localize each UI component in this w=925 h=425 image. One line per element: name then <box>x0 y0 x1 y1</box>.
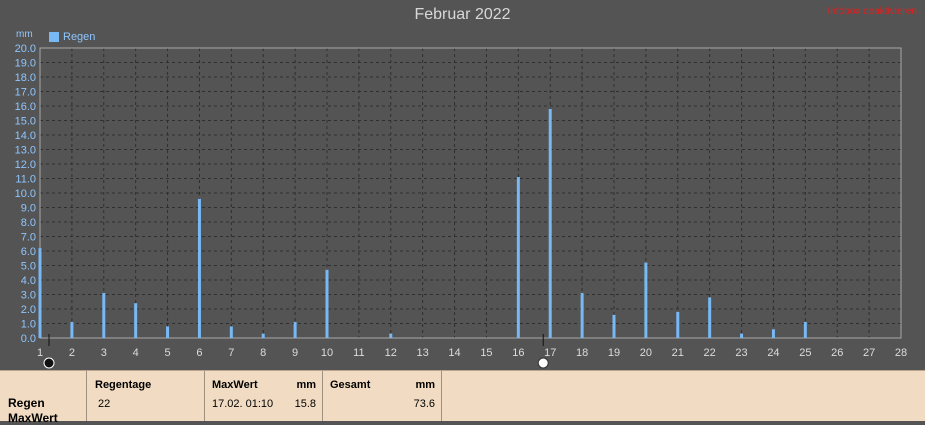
rain-bar <box>102 293 106 338</box>
x-tick-label: 8 <box>260 347 266 359</box>
y-tick-label: 4.0 <box>21 275 36 287</box>
range-max-marker[interactable] <box>537 357 549 369</box>
y-tick-label: 15.0 <box>15 116 36 128</box>
x-tick-label: 5 <box>164 347 170 359</box>
panel-maxwert: MaxWert mm 17.02. 01:10 15.8 <box>205 371 323 421</box>
x-tick-label: 10 <box>321 347 333 359</box>
x-tick-label: 14 <box>448 347 460 359</box>
y-tick-label: 16.0 <box>15 101 36 113</box>
regentage-header: Regentage <box>95 379 152 391</box>
y-tick-label: 12.0 <box>15 159 36 171</box>
x-tick-label: 22 <box>704 347 716 359</box>
rain-bar <box>771 329 775 338</box>
rain-bar <box>612 314 616 338</box>
y-tick-label: 17.0 <box>15 87 36 99</box>
y-tick-label: 7.0 <box>21 232 36 244</box>
rain-bar <box>325 269 329 338</box>
x-tick-label: 21 <box>672 347 684 359</box>
y-tick-label: 6.0 <box>21 246 36 258</box>
x-tick-label: 13 <box>417 347 429 359</box>
y-tick-label: 0.0 <box>21 333 36 345</box>
summary-panel: Regen MaxWert Regentage 22 MaxWert mm 17… <box>0 370 925 425</box>
rain-bar <box>803 322 807 338</box>
legend-swatch <box>49 32 59 42</box>
panel-gesamt: Gesamt mm 73.6 <box>323 371 442 421</box>
x-tick-label: 19 <box>608 347 620 359</box>
rain-bar <box>548 108 552 339</box>
gesamt-header: Gesamt <box>330 379 371 391</box>
plot-frame <box>39 47 902 339</box>
gesamt-value: 73.6 <box>413 398 435 410</box>
rain-bar <box>676 311 680 338</box>
x-tick-label: 2 <box>69 347 75 359</box>
y-tick-label: 5.0 <box>21 261 36 273</box>
x-tick-label: 18 <box>576 347 588 359</box>
x-tick-label: 11 <box>353 347 364 359</box>
legend-label: Regen <box>63 31 96 43</box>
y-tick-label: 1.0 <box>21 319 36 331</box>
rain-bar <box>261 333 265 338</box>
x-tick-label: 28 <box>895 347 907 359</box>
y-tick-label: 8.0 <box>21 217 36 229</box>
x-tick-label: 9 <box>292 347 298 359</box>
x-tick-label: 12 <box>385 347 397 359</box>
chart-legend: Regen <box>49 31 95 43</box>
x-tick-label: 3 <box>101 347 107 359</box>
maxwert-header: MaxWert <box>212 379 258 391</box>
infobox-toggle-link[interactable]: Infobox deaktivieren <box>827 6 917 17</box>
regentage-value: 22 <box>98 398 111 410</box>
x-tick-label: 25 <box>799 347 811 359</box>
y-tick-label: 18.0 <box>15 72 36 84</box>
y-tick-label: 2.0 <box>21 304 36 316</box>
x-tick-label: 20 <box>640 347 652 359</box>
x-tick-label: 1 <box>37 347 43 359</box>
rain-bar <box>644 262 648 338</box>
x-tick-label: 27 <box>863 347 875 359</box>
rain-bar <box>293 322 297 338</box>
chart-title: Februar 2022 <box>414 6 511 23</box>
maxwert-value: 15.8 <box>294 398 316 410</box>
rain-bar <box>70 322 74 338</box>
grid-lines <box>39 47 902 339</box>
rain-bar <box>197 198 201 338</box>
row-label-regen: Regen <box>8 396 45 410</box>
x-tick-label: 17 <box>544 347 556 359</box>
rain-bar <box>740 333 744 338</box>
rain-bar <box>580 293 584 338</box>
rain-bar <box>389 333 393 338</box>
rain-bar <box>166 326 170 338</box>
rain-bar <box>516 177 520 338</box>
panel-labels: Regen MaxWert <box>0 371 87 425</box>
rain-bar <box>229 326 233 338</box>
rain-bar <box>708 297 712 338</box>
y-tick-label: 11.0 <box>15 174 36 186</box>
x-tick-label: 15 <box>480 347 492 359</box>
x-tick-label: 23 <box>735 347 747 359</box>
maxwert-date: 17.02. 01:10 <box>212 398 274 410</box>
panel-regentage: Regentage 22 <box>87 371 205 421</box>
y-tick-label: 10.0 <box>15 188 36 200</box>
rain-chart: mm 0.0 1.0 2.0 3.0 4.0 5.0 6.0 7.0 8.0 9.0 10.0 11.0… <box>15 29 907 369</box>
rain-bar <box>38 248 42 338</box>
row-label-maxwert: MaxWert <box>8 411 58 425</box>
x-tick-label: 26 <box>831 347 843 359</box>
y-tick-label: 14.0 <box>15 130 36 142</box>
x-tick-label: 24 <box>767 347 779 359</box>
x-tick-label: 6 <box>196 347 202 359</box>
rain-bar <box>134 303 138 338</box>
x-tick-label: 4 <box>133 347 139 359</box>
y-tick-label: 20.0 <box>15 43 36 55</box>
maxwert-unit: mm <box>296 379 316 391</box>
y-tick-label: 19.0 <box>15 58 36 70</box>
y-tick-label: 9.0 <box>21 203 36 215</box>
range-start-marker[interactable] <box>43 357 55 369</box>
y-tick-label: 13.0 <box>15 145 36 157</box>
x-tick-label: 7 <box>228 347 234 359</box>
y-axis-unit: mm <box>16 29 33 40</box>
x-tick-label: 16 <box>512 347 524 359</box>
gesamt-unit: mm <box>415 379 435 391</box>
y-tick-label: 3.0 <box>21 290 36 302</box>
